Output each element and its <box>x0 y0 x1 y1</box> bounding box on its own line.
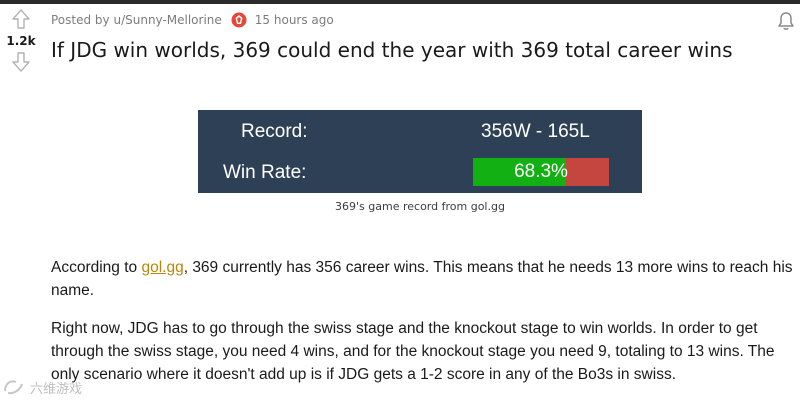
image-caption: 369's game record from gol.gg <box>335 200 505 213</box>
record-image[interactable]: Record: 356W - 165L Win Rate: 68.3% <box>198 110 642 193</box>
record-value: 356W - 165L <box>481 121 590 142</box>
winrate-bar: 68.3% <box>473 158 609 186</box>
watermark: 六维游戏 <box>2 376 82 398</box>
post-meta: Posted by u/Sunny-Mellorine 15 hours ago <box>51 11 334 29</box>
watermark-text: 六维游戏 <box>30 381 83 397</box>
gol-gg-link[interactable]: gol.gg <box>141 259 183 276</box>
top-bar <box>0 0 800 4</box>
record-label: Record: <box>241 121 308 142</box>
post-title[interactable]: If JDG win worlds, 369 could end the yea… <box>51 38 791 62</box>
body-paragraph-1: According to gol.gg, 369 currently has 3… <box>51 256 796 302</box>
winrate-label: Win Rate: <box>223 162 307 183</box>
vote-score: 1.2k <box>6 34 36 48</box>
post-time: 15 hours ago <box>254 13 334 27</box>
vote-column: 1.2k <box>0 8 42 73</box>
author-link[interactable]: u/Sunny-Mellorine <box>113 13 221 27</box>
downvote-arrow-icon[interactable] <box>11 51 31 73</box>
bell-icon[interactable] <box>775 10 797 32</box>
watermark-logo-icon <box>4 380 23 395</box>
posted-by-label: Posted by <box>51 13 110 27</box>
p1-text-before: According to <box>51 259 142 276</box>
award-icon[interactable] <box>231 12 247 28</box>
winrate-value: 68.3% <box>514 161 568 182</box>
body-paragraph-2: Right now, JDG has to go through the swi… <box>51 320 775 383</box>
upvote-arrow-icon[interactable] <box>11 8 31 30</box>
